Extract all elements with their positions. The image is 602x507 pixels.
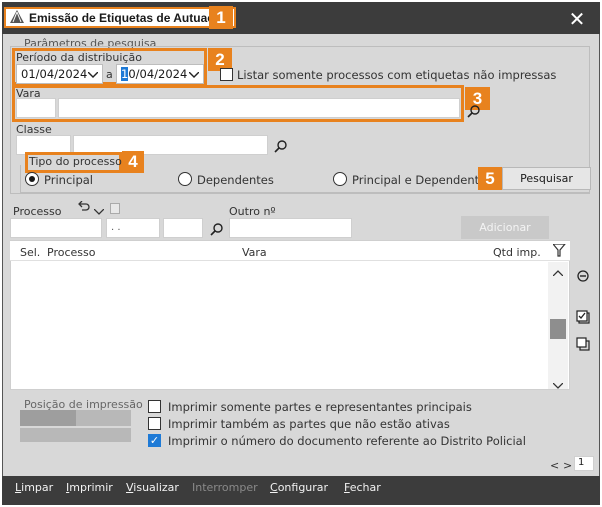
opt-police-doc-checkbox[interactable]: ✓ [148,434,161,447]
callout-badge-1: 1 [209,6,233,29]
close-icon[interactable]: ✕ [566,8,588,30]
processo-number-input[interactable] [10,218,102,238]
tipo-radio-principal[interactable] [25,172,39,186]
date-from-value: 01/04/2024 [21,67,88,81]
select-all-icon[interactable] [574,308,592,326]
outro-label: Outro nº [229,205,276,218]
menu-configurar-key: C [270,481,278,494]
undo-icon[interactable] [76,200,90,216]
processo-label: Processo [13,205,62,218]
chevron-down-icon[interactable] [93,205,105,218]
vara-search-icon[interactable] [467,104,481,118]
menu-imprimir[interactable]: Imprimir [66,481,113,494]
date-to-field[interactable]: 10/04/2024 [116,64,204,84]
tipo-radio-dependentes[interactable] [178,172,192,186]
menu-visualizar[interactable]: Visualizar [126,481,179,494]
col-processo[interactable]: Processo [47,246,95,259]
date-from-field[interactable]: 01/04/2024 [16,64,103,84]
process-grid [10,240,570,390]
processo-mid-input[interactable]: . . [106,218,160,238]
vara-name-input[interactable] [58,98,460,118]
position-cell-2[interactable] [76,410,131,426]
pager-page-input[interactable]: 1 [574,456,594,471]
outro-number-input[interactable] [229,218,352,238]
filter-icon[interactable] [551,243,567,260]
menu-configurar-rest: onfigurar [277,481,329,494]
opt-police-doc-label: Imprimir o número do documento referente… [168,434,526,448]
opt-main-parties-checkbox[interactable] [148,400,161,413]
processo-search-icon[interactable] [210,222,224,236]
position-cell-3[interactable] [20,428,131,442]
remove-row-icon[interactable] [574,267,592,285]
add-button[interactable]: Adicionar [461,216,549,239]
col-sel[interactable]: Sel. [20,246,40,259]
classe-search-icon[interactable] [274,139,288,153]
menu-imprimir-rest: mprimir [69,481,113,494]
menu-interromper[interactable]: Interromper [192,481,258,494]
col-vara[interactable]: Vara [242,246,267,259]
scroll-up-icon[interactable] [552,266,564,279]
tipo-option-dependentes: Dependentes [197,173,274,187]
scroll-thumb[interactable] [550,319,566,339]
only-unprinted-label: Listar somente processos com etiquetas n… [237,68,557,82]
pager-next[interactable]: > [563,459,572,472]
menu-visualizar-rest: isualizar [133,481,179,494]
date-to-rest: 0/04/2024 [128,67,188,81]
date-connector: a [106,68,113,81]
window-title: Emissão de Etiquetas de Autuação [29,10,228,25]
opt-inactive-parties-checkbox[interactable] [148,417,161,430]
vara-code-input[interactable] [16,98,56,118]
tipo-option-principal: Principal [44,173,94,187]
date-to-value: 10/04/2024 [121,67,187,81]
chevron-down-icon[interactable] [188,67,200,81]
period-label: Período da distribuição [16,51,142,64]
menu-limpar[interactable]: Limpar [15,481,53,494]
position-cell-1[interactable] [20,410,76,426]
only-unprinted-checkbox[interactable] [220,68,233,81]
menu-configurar[interactable]: Configurar [270,481,328,494]
callout-badge-5: 5 [478,167,502,190]
pager-prev[interactable]: < [550,459,559,472]
title-box: Emissão de Etiquetas de Autuação [4,7,236,28]
chevron-down-icon[interactable] [87,67,99,81]
menu-fechar[interactable]: Fechar [344,481,381,494]
menu-limpar-rest: impar [21,481,54,494]
info-icon [110,203,120,214]
col-qtd[interactable]: Qtd imp. [493,246,541,259]
menu-fechar-rest: echar [349,481,381,494]
opt-main-parties-label: Imprimir somente partes e representantes… [168,400,472,414]
search-button[interactable]: Pesquisar [502,167,591,190]
opt-inactive-parties-label: Imprimir também as partes que não estão … [168,417,450,431]
tipo-option-ambos: Principal e Dependentes [352,173,493,187]
copy-icon[interactable] [574,335,592,353]
app-logo-icon [10,9,24,26]
menu-interromper-rest: Interromper [192,481,258,494]
tipo-radio-ambos[interactable] [333,172,347,186]
processo-suffix-input[interactable] [163,218,203,238]
scroll-down-icon[interactable] [552,379,564,392]
